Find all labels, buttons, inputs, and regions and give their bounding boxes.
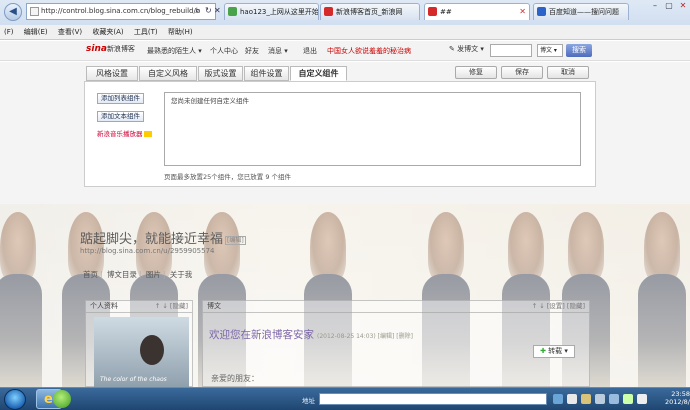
plus-icon: ✚ bbox=[540, 347, 546, 355]
blog-title: 踮起脚尖，就能接近幸福 [编辑] bbox=[80, 232, 246, 247]
taskbar-address-label: 地址 bbox=[302, 397, 315, 405]
article-module: 博文 ↑ ↓ [设置] [隐藏] 欢迎您在新浪博客安家 (2012-08-25 1… bbox=[202, 300, 590, 387]
blog-nav: 首页 | 博文目录 | 图片 | 关于我 bbox=[83, 270, 193, 279]
personal-center-link[interactable]: 个人中心 bbox=[210, 46, 238, 56]
tray-network-icon[interactable] bbox=[567, 394, 577, 404]
nav-home[interactable]: 首页 bbox=[83, 270, 98, 279]
tray-monitor-icon[interactable] bbox=[609, 394, 619, 404]
taskbar: e 地址 23:58 2012/8/ bbox=[0, 387, 690, 410]
sina-toolbar: sina新浪博客 最熟悉的陌生人 ▾ 个人中心 好友 消息 ▾ 退出 中国女人欲… bbox=[0, 41, 690, 61]
article-title[interactable]: 欢迎您在新浪博客安家 (2012-08-25 14:03) [编辑] [删除] bbox=[209, 327, 413, 342]
hao123-icon bbox=[228, 7, 237, 16]
stop-icon[interactable]: ✕ bbox=[214, 6, 221, 15]
tab-label: ## bbox=[440, 8, 452, 16]
profile-module-header: 个人资料 ↑ ↓ [隐藏] bbox=[86, 301, 192, 313]
menu-view[interactable]: 查看(V) bbox=[54, 25, 86, 40]
menu-tools[interactable]: 工具(T) bbox=[130, 25, 162, 40]
menu-favorites[interactable]: 收藏夹(A) bbox=[88, 25, 127, 40]
menu-file[interactable]: (F) bbox=[0, 25, 18, 40]
restore-button[interactable]: 修复 bbox=[455, 66, 497, 79]
blog-url[interactable]: http://blog.sina.com.cn/u/2959905574 bbox=[80, 247, 214, 255]
tab-hao123[interactable]: hao123_上网从这里开始 bbox=[224, 3, 319, 20]
widget-count-note: 页面最多放置25个组件，您已放置 9 个组件 bbox=[164, 173, 292, 181]
nav-pictures[interactable]: 图片 bbox=[146, 270, 161, 279]
sina-icon bbox=[428, 7, 437, 16]
save-button[interactable]: 保存 bbox=[501, 66, 543, 79]
tab-current[interactable]: ## ✕ bbox=[424, 3, 530, 20]
edit-title-link[interactable]: [编辑] bbox=[225, 236, 246, 245]
tray-speaker-icon[interactable] bbox=[637, 394, 647, 404]
menu-bar: (F) 编辑(E) 查看(V) 收藏夹(A) 工具(T) 帮助(H) bbox=[0, 25, 690, 40]
widget-list-box: 您尚未创建任何自定义组件 bbox=[164, 92, 581, 166]
close-tab-icon[interactable]: ✕ bbox=[519, 4, 526, 20]
friends-link[interactable]: 好友 bbox=[245, 46, 259, 56]
tab-sina-blog-home[interactable]: 新浪博客首页_新浪网 bbox=[320, 3, 420, 20]
search-scope-select[interactable]: 博文 ▾ bbox=[537, 44, 563, 57]
maximize-icon[interactable]: ▢ bbox=[662, 0, 676, 12]
profile-module-controls[interactable]: ↑ ↓ [隐藏] bbox=[155, 301, 188, 312]
promo-link[interactable]: 中国女人欲说羞羞的秘治病 bbox=[327, 46, 411, 56]
tab-label: hao123_上网从这里开始 bbox=[240, 8, 319, 16]
tray-volume-icon[interactable] bbox=[595, 394, 605, 404]
tab-baidu-zhidao[interactable]: 百度知道——搜问问题 bbox=[533, 3, 629, 20]
settings-area: 风格设置 自定义风格 版式设置 组件设置 自定义组件 修复 保存 取消 添加列表… bbox=[0, 62, 690, 204]
publish-button[interactable]: ✎ 发博文 ▾ bbox=[449, 44, 484, 54]
menu-help[interactable]: 帮助(H) bbox=[164, 25, 197, 40]
browser-chrome: ◀ http://control.blog.sina.com.cn/blog_r… bbox=[0, 0, 690, 40]
tray-app-icon[interactable] bbox=[553, 394, 563, 404]
article-module-header: 博文 ↑ ↓ [设置] [隐藏] bbox=[203, 301, 589, 313]
back-icon[interactable]: ◀ bbox=[4, 3, 22, 21]
add-text-widget-button[interactable]: 添加文本组件 bbox=[97, 111, 144, 122]
refresh-icon[interactable]: ↻ bbox=[205, 6, 212, 15]
qq-taskbar-icon[interactable] bbox=[53, 390, 71, 408]
logout-link[interactable]: 退出 bbox=[303, 46, 317, 56]
tab-label: 新浪博客首页_新浪网 bbox=[336, 8, 403, 16]
article-module-controls[interactable]: ↑ ↓ [设置] [隐藏] bbox=[532, 301, 585, 312]
search-button[interactable]: 搜索 bbox=[566, 44, 592, 57]
taskbar-clock[interactable]: 23:58 2012/8/ bbox=[660, 390, 690, 406]
sina-icon bbox=[324, 7, 333, 16]
avatar[interactable]: The color of the chaos bbox=[94, 317, 189, 387]
tab-custom-widgets[interactable]: 自定义组件 bbox=[290, 66, 347, 81]
sina-logo[interactable]: sina新浪博客 bbox=[86, 44, 135, 54]
article-meta: (2012-08-25 14:03) [编辑] [删除] bbox=[317, 333, 413, 340]
tab-custom-style[interactable]: 自定义风格 bbox=[139, 66, 197, 81]
nav-article-list[interactable]: 博文目录 bbox=[107, 270, 137, 279]
blog-preview: 踮起脚尖，就能接近幸福 [编辑] http://blog.sina.com.cn/… bbox=[0, 204, 690, 387]
custom-widget-panel: 添加列表组件 添加文本组件 新浪音乐播放器 您尚未创建任何自定义组件 页面最多放… bbox=[84, 81, 596, 187]
profile-module: 个人资料 ↑ ↓ [隐藏] The color of the chaos bbox=[85, 300, 193, 387]
address-text: http://control.blog.sina.com.cn/blog_reb… bbox=[41, 7, 201, 15]
article-greeting: 亲爱的朋友： bbox=[211, 374, 259, 383]
tray-flag-icon[interactable] bbox=[581, 394, 591, 404]
music-player-link[interactable]: 新浪音乐播放器 bbox=[97, 128, 152, 138]
search-input[interactable] bbox=[490, 44, 532, 57]
taskbar-address-input[interactable] bbox=[319, 393, 547, 405]
messages-menu[interactable]: 消息 ▾ bbox=[268, 46, 288, 56]
address-bar[interactable]: http://control.blog.sina.com.cn/blog_reb… bbox=[26, 3, 216, 20]
nav-about[interactable]: 关于我 bbox=[170, 270, 193, 279]
baidu-icon bbox=[537, 7, 546, 16]
user-menu[interactable]: 最熟悉的陌生人 ▾ bbox=[147, 46, 202, 56]
minimize-icon[interactable]: – bbox=[648, 0, 662, 12]
menu-edit[interactable]: 编辑(E) bbox=[20, 25, 52, 40]
tab-style[interactable]: 风格设置 bbox=[86, 66, 138, 81]
tab-label: 百度知道——搜问问题 bbox=[549, 8, 619, 16]
close-window-icon[interactable]: ✕ bbox=[676, 0, 690, 12]
tray-ime-icon[interactable] bbox=[623, 394, 633, 404]
add-list-widget-button[interactable]: 添加列表组件 bbox=[97, 93, 144, 104]
reprint-button[interactable]: ✚ 转载 ▾ bbox=[533, 345, 575, 358]
windows-start-icon[interactable] bbox=[4, 389, 26, 410]
cancel-button[interactable]: 取消 bbox=[547, 66, 589, 79]
tab-layout[interactable]: 版式设置 bbox=[198, 66, 243, 81]
page-icon bbox=[30, 7, 39, 16]
new-badge-icon bbox=[143, 131, 152, 137]
tab-widgets[interactable]: 组件设置 bbox=[244, 66, 289, 81]
search-icon[interactable]: ⌕ bbox=[195, 6, 199, 16]
